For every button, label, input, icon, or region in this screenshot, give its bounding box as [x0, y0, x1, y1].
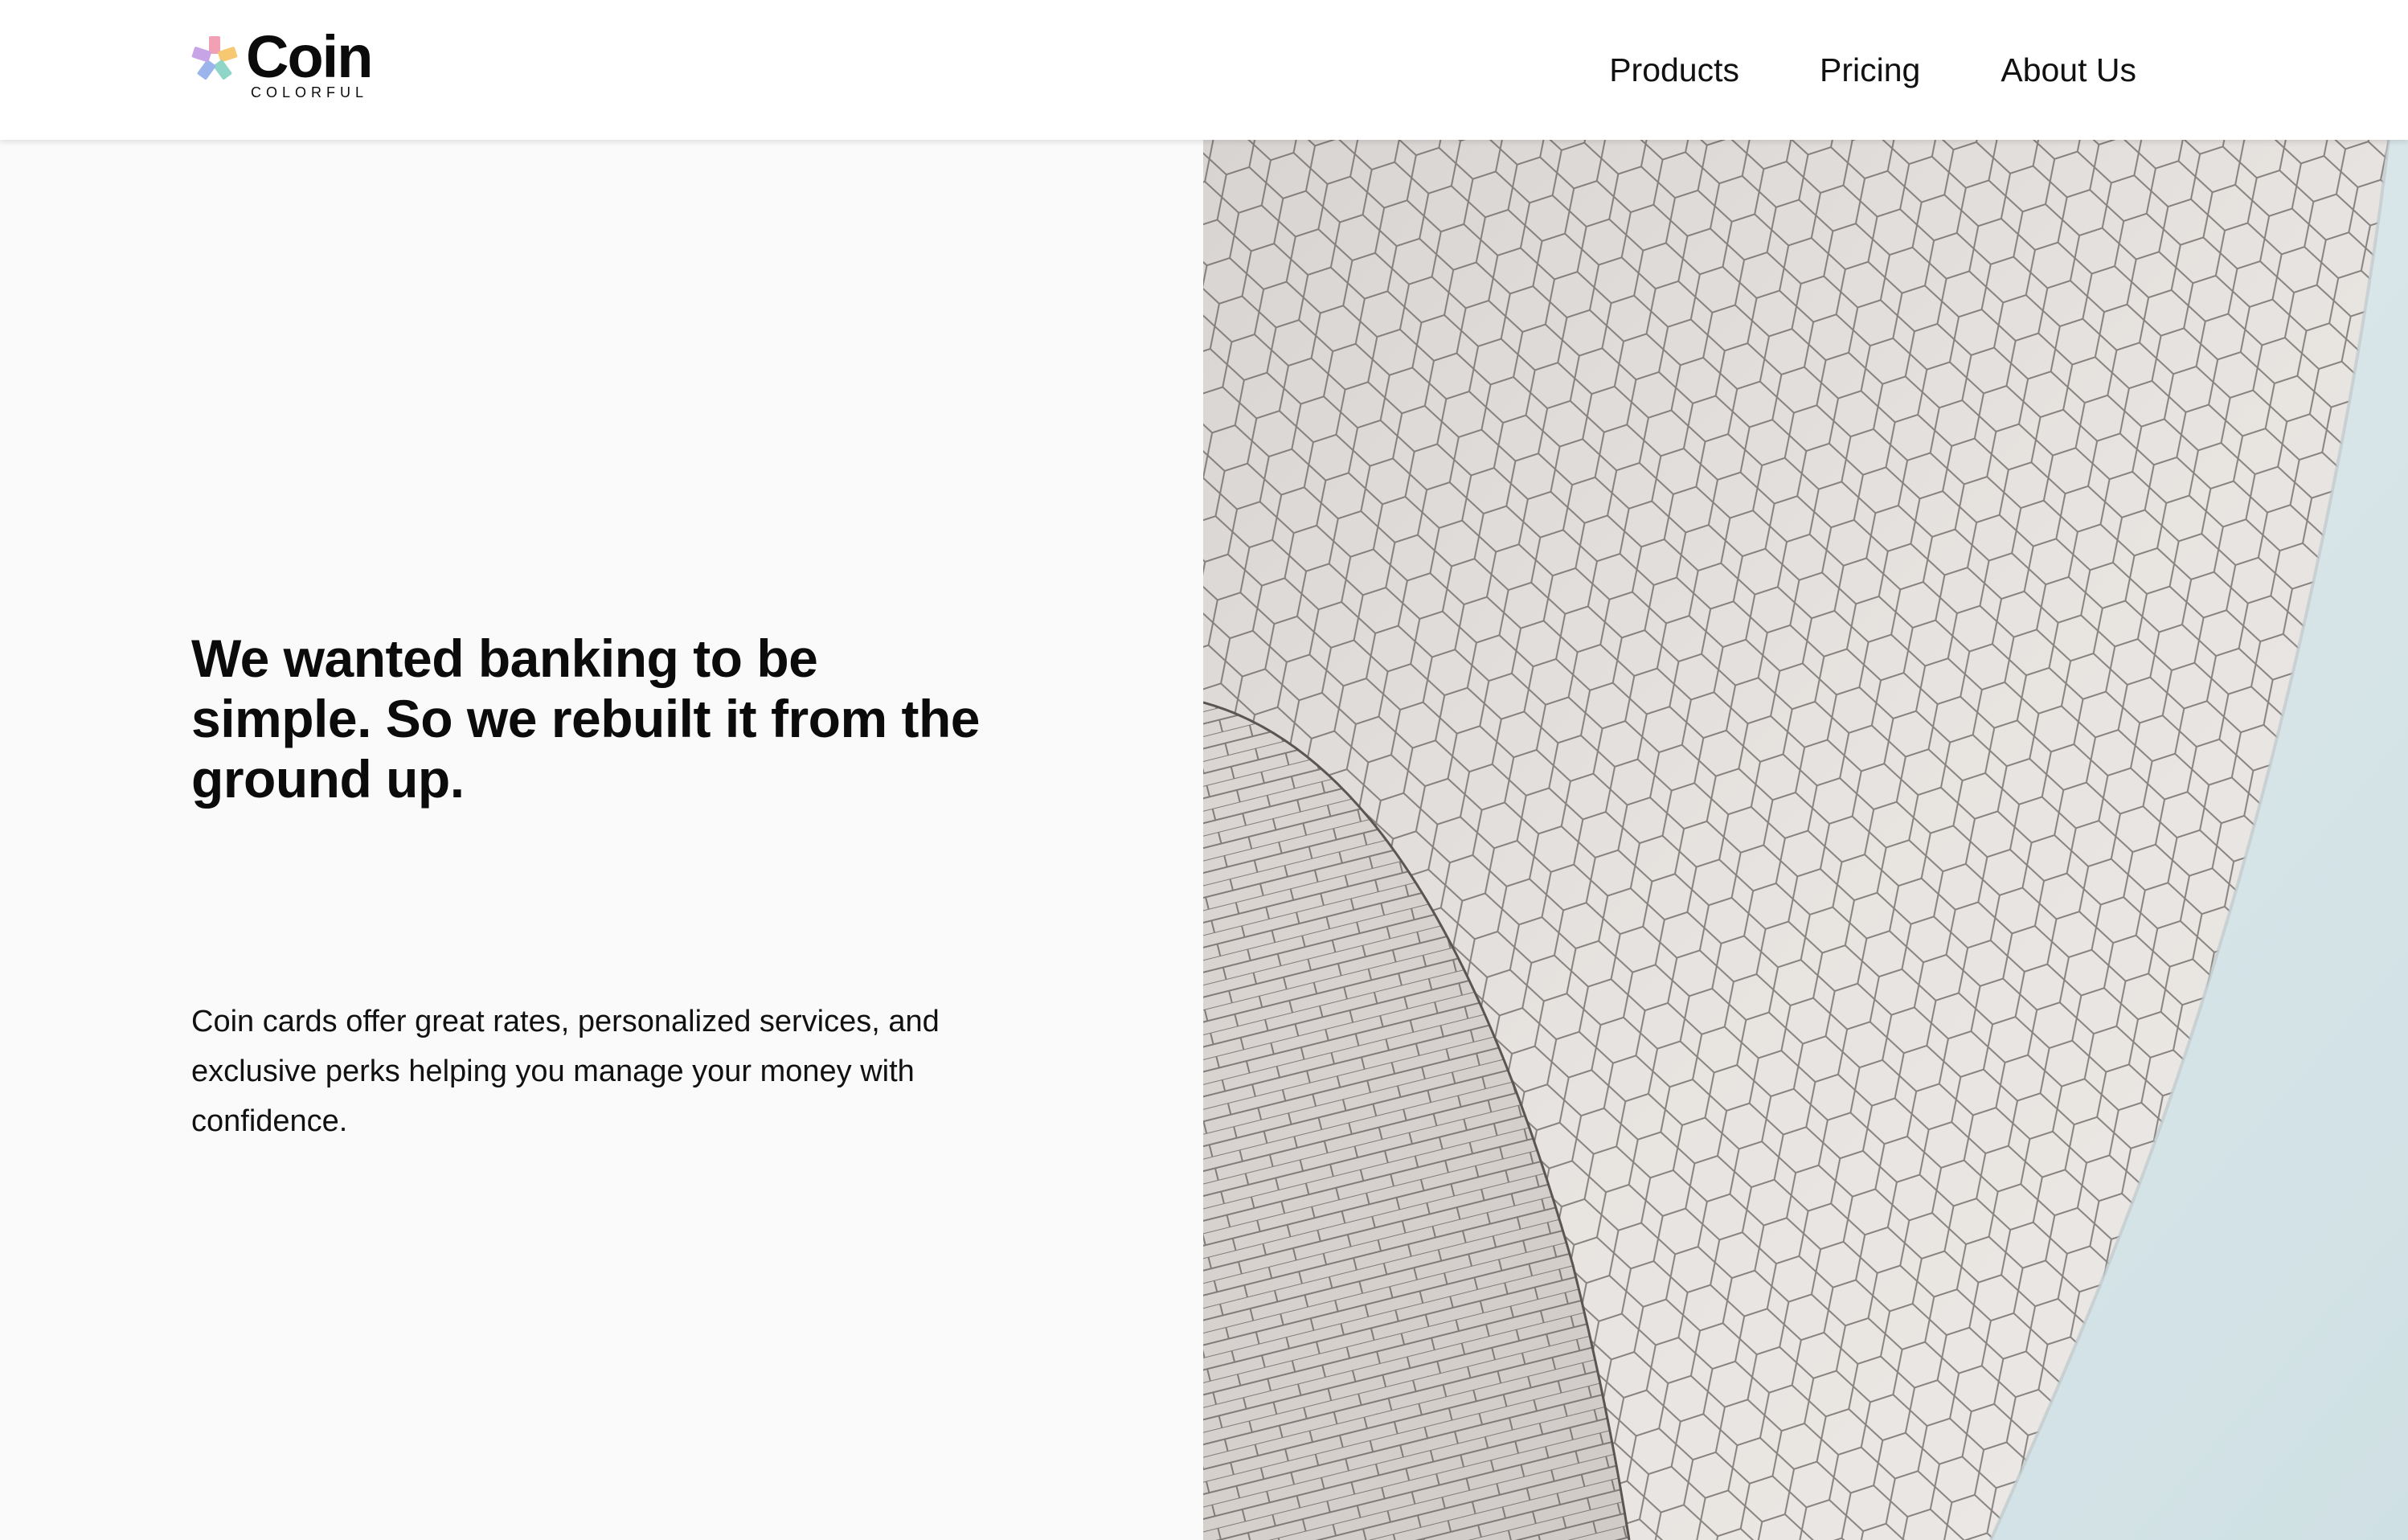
tiled-building-facade-photo [1203, 140, 2408, 1540]
hero-image [1203, 140, 2408, 1540]
hero-description: Coin cards offer great rates, personaliz… [191, 1005, 940, 1138]
nav-link-pricing[interactable]: Pricing [1820, 51, 1920, 89]
nav-link-about-us[interactable]: About Us [2001, 51, 2136, 89]
nav-link-products[interactable]: Products [1609, 51, 1739, 89]
hero-title: We wanted banking to be simple. So we re… [191, 629, 980, 809]
main-nav: Products Pricing About Us [1609, 0, 2136, 140]
site-header: Coin COLORFUL Products Pricing About Us [0, 0, 2408, 140]
flower-logo-icon [191, 36, 238, 80]
brand-name: Coin [246, 23, 373, 90]
hero-text-section: We wanted banking to be simple. So we re… [0, 140, 1203, 1540]
brand-tagline: COLORFUL [251, 84, 369, 100]
